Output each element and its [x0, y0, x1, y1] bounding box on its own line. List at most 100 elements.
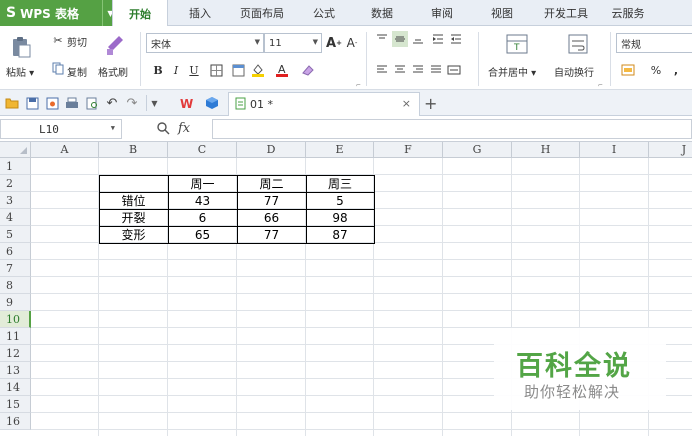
column-header-i[interactable]: I: [580, 142, 649, 158]
column-header-g[interactable]: G: [443, 142, 512, 158]
tab-developer[interactable]: 开发工具: [536, 0, 596, 26]
table-header-cell[interactable]: 周一: [168, 175, 237, 192]
zoom-search-icon[interactable]: [156, 121, 170, 139]
table-cell[interactable]: 6: [168, 209, 237, 226]
row-header-11[interactable]: 11: [0, 328, 31, 345]
row-header-16[interactable]: 16: [0, 413, 31, 430]
app-menu-button[interactable]: S WPS 表格 ▼: [0, 0, 118, 26]
table-header-cell[interactable]: 周二: [237, 175, 306, 192]
distributed-icon[interactable]: [446, 62, 462, 78]
name-box[interactable]: L10 ▼: [0, 119, 122, 139]
customize-toolbar-icon[interactable]: ▼: [146, 95, 162, 111]
merge-center-button[interactable]: 合并居中 ▾: [488, 64, 536, 79]
open-folder-icon[interactable]: [4, 95, 20, 111]
column-header-e[interactable]: E: [306, 142, 374, 158]
table-cell[interactable]: 变形: [99, 226, 168, 243]
table-header-cell[interactable]: 周三: [306, 175, 374, 192]
row-header-7[interactable]: 7: [0, 260, 31, 277]
row-header-8[interactable]: 8: [0, 277, 31, 294]
border-icon[interactable]: [208, 62, 224, 78]
currency-icon[interactable]: [620, 62, 636, 78]
row-header-1[interactable]: 1: [0, 158, 31, 175]
row-header-10[interactable]: 10: [0, 311, 31, 328]
column-header-a[interactable]: A: [31, 142, 99, 158]
table-cell[interactable]: 错位: [99, 192, 168, 209]
justify-icon[interactable]: [428, 62, 444, 78]
formula-input[interactable]: [212, 119, 692, 139]
font-name-select[interactable]: 宋体 ▼: [146, 33, 264, 53]
wps-w-icon[interactable]: W: [180, 95, 196, 111]
paste-label[interactable]: 粘贴 ▾: [6, 64, 34, 79]
merge-center-icon[interactable]: T: [505, 32, 529, 56]
align-center-icon[interactable]: [392, 62, 408, 78]
align-top-icon[interactable]: [374, 31, 390, 47]
cell-style-icon[interactable]: [230, 62, 246, 78]
underline-button[interactable]: U: [186, 62, 202, 78]
save-as-icon[interactable]: [44, 95, 60, 111]
print-icon[interactable]: [64, 95, 80, 111]
number-format-select[interactable]: 常规: [616, 33, 692, 53]
column-header-h[interactable]: H: [512, 142, 580, 158]
row-header-13[interactable]: 13: [0, 362, 31, 379]
tab-data[interactable]: 数据: [360, 0, 404, 26]
column-header-c[interactable]: C: [168, 142, 237, 158]
alignment-group-expander-icon[interactable]: ⌐: [598, 82, 603, 89]
format-painter-button[interactable]: 格式刷: [98, 64, 128, 79]
print-preview-icon[interactable]: [84, 95, 100, 111]
table-header-cell[interactable]: [99, 175, 168, 192]
row-header-6[interactable]: 6: [0, 243, 31, 260]
increase-indent-icon[interactable]: [448, 31, 464, 47]
column-header-f[interactable]: F: [374, 142, 443, 158]
undo-icon[interactable]: ↶: [104, 95, 120, 111]
copy-icon[interactable]: [50, 60, 66, 76]
table-cell[interactable]: 66: [237, 209, 306, 226]
row-header-14[interactable]: 14: [0, 379, 31, 396]
align-bottom-icon[interactable]: [410, 31, 426, 47]
clear-format-icon[interactable]: [300, 62, 316, 78]
table-cell[interactable]: 43: [168, 192, 237, 209]
row-header-2[interactable]: 2: [0, 175, 31, 192]
close-tab-icon[interactable]: ×: [402, 97, 411, 110]
wrap-text-icon[interactable]: [566, 32, 590, 56]
row-header-3[interactable]: 3: [0, 192, 31, 209]
row-header-15[interactable]: 15: [0, 396, 31, 413]
italic-button[interactable]: I: [168, 62, 184, 78]
fill-color-icon[interactable]: [250, 62, 266, 78]
row-header-12[interactable]: 12: [0, 345, 31, 362]
tab-formulas[interactable]: 公式: [302, 0, 346, 26]
new-tab-button[interactable]: +: [424, 94, 437, 113]
column-header-d[interactable]: D: [237, 142, 306, 158]
column-header-b[interactable]: B: [99, 142, 168, 158]
tab-home[interactable]: 开始: [112, 0, 168, 27]
shrink-font-button[interactable]: A-: [344, 35, 360, 51]
redo-icon[interactable]: ↷: [124, 95, 140, 111]
table-cell[interactable]: 87: [306, 226, 374, 243]
bold-button[interactable]: B: [150, 62, 166, 78]
font-size-select[interactable]: 11 ▼: [264, 33, 322, 53]
tab-view[interactable]: 视图: [480, 0, 524, 26]
table-cell[interactable]: 77: [237, 192, 306, 209]
chevron-down-icon[interactable]: ▼: [111, 124, 115, 132]
align-left-icon[interactable]: [374, 62, 390, 78]
tab-cloud[interactable]: 云服务: [606, 0, 650, 26]
table-cell[interactable]: 98: [306, 209, 374, 226]
percent-button[interactable]: %: [648, 62, 664, 78]
grow-font-button[interactable]: A +: [326, 35, 342, 51]
select-all-button[interactable]: [0, 142, 31, 158]
format-painter-icon[interactable]: [104, 32, 126, 58]
tab-page-layout[interactable]: 页面布局: [232, 0, 292, 26]
document-tab[interactable]: 01 * ×: [228, 92, 420, 116]
column-header-j[interactable]: J: [649, 142, 692, 158]
cut-button[interactable]: 剪切: [67, 34, 87, 49]
row-header-4[interactable]: 4: [0, 209, 31, 226]
save-icon[interactable]: [24, 95, 40, 111]
row-header-5[interactable]: 5: [0, 226, 31, 243]
align-middle-icon[interactable]: [392, 31, 408, 47]
font-color-icon[interactable]: A: [274, 62, 290, 78]
table-cell[interactable]: 5: [306, 192, 374, 209]
insert-function-icon[interactable]: fx: [178, 121, 190, 136]
tab-review[interactable]: 审阅: [420, 0, 464, 26]
font-group-expander-icon[interactable]: ⌐: [356, 82, 361, 89]
wrap-text-button[interactable]: 自动换行: [554, 64, 594, 79]
paste-icon[interactable]: [8, 34, 34, 60]
